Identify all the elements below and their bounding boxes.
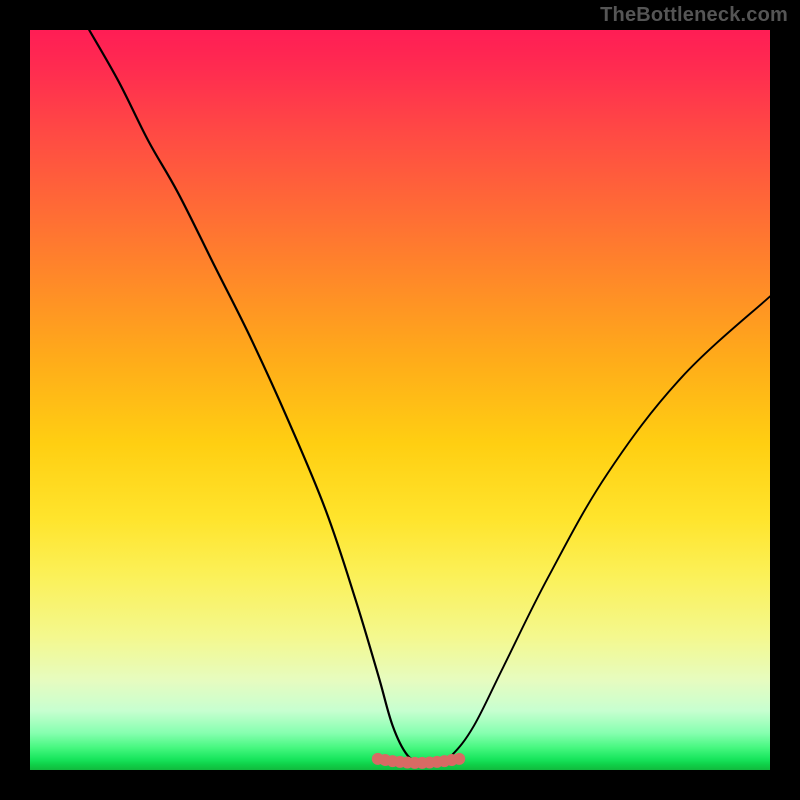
watermark-text: TheBottleneck.com — [600, 4, 788, 27]
curve-layer — [30, 30, 770, 770]
optimal-zone-markers — [372, 753, 465, 769]
chart-frame: TheBottleneck.com — [0, 0, 800, 800]
bottleneck-curve-left — [89, 30, 452, 764]
plot-area — [30, 30, 770, 770]
bottleneck-curve-right — [437, 296, 770, 762]
